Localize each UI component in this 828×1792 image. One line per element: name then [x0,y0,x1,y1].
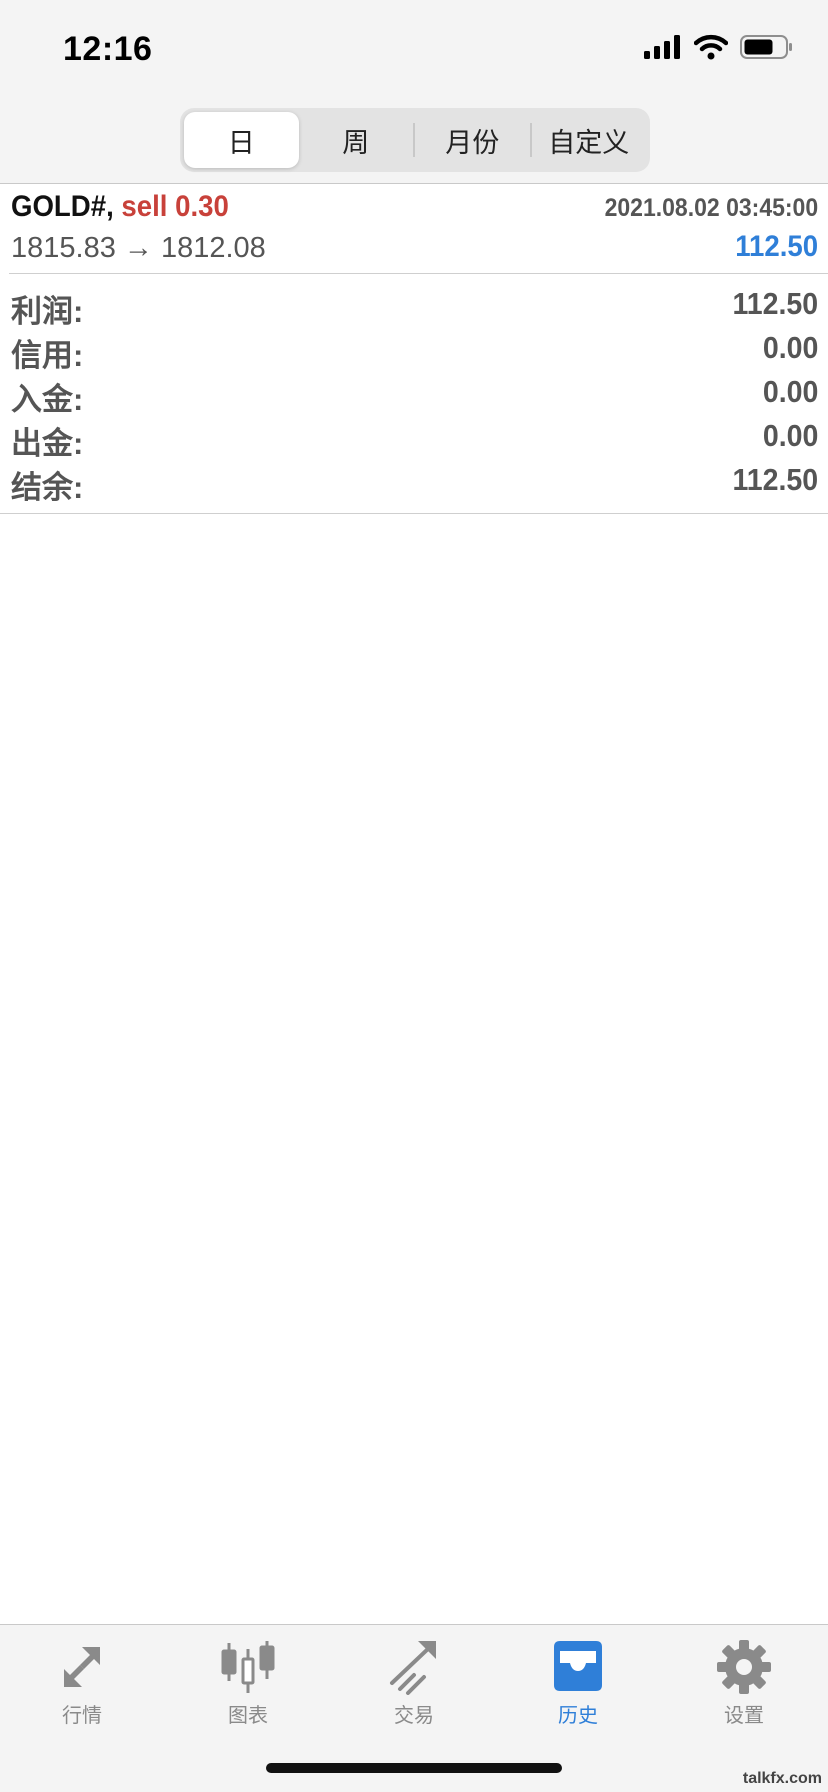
period-tab-week[interactable]: 周 [299,112,414,168]
trade-symbol: GOLD#, [11,190,114,223]
summary-value: 0.00 [762,330,818,365]
period-tab-month[interactable]: 月份 [415,112,530,168]
home-indicator[interactable] [266,1763,562,1773]
summary-label: 信用: [11,338,84,373]
summary-row-withdrawal: 出金: 0.00 [0,416,828,461]
summary-row-credit: 信用: 0.00 [0,328,828,373]
candlestick-chart-icon [188,1639,308,1695]
status-icons [644,34,794,65]
screen: 12:16 日 周 月份 自定义 GOLD#, sell 0.30 2021.0… [0,0,828,1792]
period-segmented-control: 日 周 月份 自定义 [180,108,650,172]
account-summary: 利润: 112.50 信用: 0.00 入金: 0.00 出金: 0.00 结余… [0,284,828,505]
battery-icon [740,34,794,65]
trade-entry[interactable]: GOLD#, sell 0.30 2021.08.02 03:45:00 181… [0,184,828,274]
summary-value: 112.50 [732,462,818,497]
summary-row-profit: 利润: 112.50 [0,284,828,329]
wifi-icon [693,34,729,65]
quotes-arrows-icon [22,1639,142,1695]
divider [9,273,828,274]
summary-label: 入金: [11,382,84,417]
tab-trade[interactable]: 交易 [354,1639,474,1739]
history-inbox-icon [518,1639,638,1695]
summary-value: 0.00 [762,374,818,409]
trade-datetime: 2021.08.02 03:45:00 [604,194,818,222]
tab-label: 历史 [558,1705,598,1727]
status-bar: 12:16 [0,0,828,100]
summary-label: 结余: [11,470,84,505]
tab-label: 交易 [394,1705,434,1727]
summary-value: 112.50 [732,286,818,321]
status-time: 12:16 [63,30,153,68]
tab-chart[interactable]: 图表 [188,1639,308,1739]
tab-label: 行情 [62,1705,102,1727]
trade-trend-icon [354,1639,474,1695]
tab-history[interactable]: 历史 [518,1639,638,1739]
period-tab-day[interactable]: 日 [184,112,299,168]
tab-settings[interactable]: 设置 [684,1639,804,1739]
trade-profit: 112.50 [735,230,818,263]
divider [0,513,828,514]
tab-quotes[interactable]: 行情 [22,1639,142,1739]
trade-prices: 1815.83 → 1812.08 [11,232,266,264]
summary-label: 出金: [11,426,84,461]
tab-label: 图表 [228,1705,268,1727]
trade-symbol-line: GOLD#, sell 0.30 [11,190,229,224]
summary-row-balance: 结余: 112.50 [0,460,828,505]
period-tab-custom[interactable]: 自定义 [532,112,647,168]
summary-value: 0.00 [762,418,818,453]
summary-label: 利润: [11,294,84,329]
trade-type-volume: sell 0.30 [121,190,229,223]
header-area: 12:16 日 周 月份 自定义 [0,0,828,184]
summary-row-deposit: 入金: 0.00 [0,372,828,417]
gear-icon [684,1639,804,1695]
watermark: talkfx.com [742,1770,822,1787]
cellular-signal-icon [644,35,682,64]
tab-label: 设置 [724,1705,764,1727]
